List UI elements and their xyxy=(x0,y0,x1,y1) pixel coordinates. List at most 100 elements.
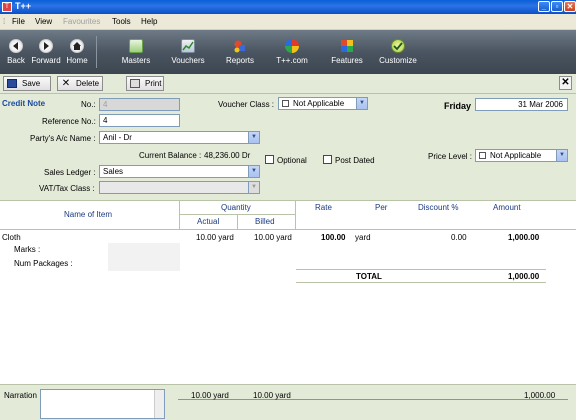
voucher-class-label: Voucher Class : xyxy=(218,100,275,109)
date-field[interactable]: 31 Mar 2006 xyxy=(475,98,568,111)
narration-scrollbar[interactable] xyxy=(154,390,164,418)
chevron-down-icon[interactable]: ▼ xyxy=(356,98,367,109)
header-divider xyxy=(0,229,576,230)
item-per[interactable]: yard xyxy=(355,233,371,242)
row-divider xyxy=(179,214,295,215)
features-icon xyxy=(340,39,354,53)
day-label: Friday xyxy=(444,101,472,111)
total-label: TOTAL xyxy=(356,272,382,281)
reports-button[interactable]: Reports xyxy=(222,30,258,74)
optional-checkbox[interactable] xyxy=(265,155,274,166)
masters-button[interactable]: Masters xyxy=(118,30,154,74)
delete-x-icon: ✕ xyxy=(61,78,71,89)
column-divider xyxy=(295,201,296,229)
reference-no-field[interactable]: 4 xyxy=(99,114,180,127)
main-toolbar: Back Forward Home Masters Vouchers Repor… xyxy=(0,30,576,74)
chevron-down-icon[interactable]: ▼ xyxy=(248,166,259,177)
col-name-of-item: Name of Item xyxy=(64,210,113,219)
customize-check-icon xyxy=(391,39,405,53)
customize-button[interactable]: Customize xyxy=(378,30,418,74)
no-label: No.: xyxy=(81,100,96,109)
maximize-button[interactable]: ▫ xyxy=(551,1,563,12)
party-name-combo[interactable]: Anil - Dr ▼ xyxy=(99,131,260,144)
col-amount: Amount xyxy=(493,203,521,212)
masters-icon xyxy=(129,39,143,53)
price-level-combo[interactable]: Not Applicable ▼ xyxy=(475,149,568,162)
save-disk-icon xyxy=(7,79,17,88)
items-table: Name of Item Quantity Actual Billed Rate… xyxy=(0,200,576,384)
item-name[interactable]: Cloth xyxy=(2,233,21,242)
chevron-down-icon[interactable]: ▼ xyxy=(556,150,567,161)
optional-label: Optional xyxy=(277,156,307,165)
print-button[interactable]: Print xyxy=(126,76,164,91)
col-billed: Billed xyxy=(255,217,275,226)
price-level-label: Price Level : xyxy=(428,152,473,161)
col-discount: Discount % xyxy=(418,203,459,212)
printer-icon xyxy=(130,79,140,88)
total-amount: 1,000.00 xyxy=(508,272,540,281)
home-button[interactable]: Home xyxy=(64,30,90,74)
form-toolbar: Save ✕ Delete Print ✕ xyxy=(0,74,576,94)
menu-file[interactable]: File xyxy=(12,17,25,26)
voucher-header: Credit Note No.: 4 Reference No.: 4 Part… xyxy=(0,94,576,200)
voucher-no-field: 4 xyxy=(99,98,180,111)
item-detail-box xyxy=(108,243,180,271)
column-divider xyxy=(237,214,238,229)
vouchers-icon xyxy=(181,39,195,53)
chevron-down-icon[interactable]: ▼ xyxy=(248,132,259,143)
tpp-com-button[interactable]: T++.com xyxy=(272,30,312,74)
voucher-class-combo[interactable]: Not Applicable ▼ xyxy=(278,97,368,110)
vat-class-combo: ▼ xyxy=(99,181,260,194)
title-bar: T T++ _ ▫ ✕ xyxy=(0,0,576,14)
footer-divider xyxy=(178,399,568,400)
save-button[interactable]: Save xyxy=(3,76,51,91)
chevron-down-icon: ▼ xyxy=(248,182,259,193)
current-balance-label: Current Balance : xyxy=(139,151,202,160)
forward-button[interactable]: Forward xyxy=(30,30,62,74)
col-actual: Actual xyxy=(197,217,220,226)
marks-label: Marks : xyxy=(14,245,41,254)
col-quantity: Quantity xyxy=(221,203,251,212)
post-dated-checkbox[interactable] xyxy=(323,155,332,166)
item-billed-qty[interactable]: 10.00 yard xyxy=(254,233,292,242)
tpp-globe-icon xyxy=(285,39,299,53)
actual-qty-total: 10.00 yard xyxy=(191,391,229,400)
menu-bar: ⁞ File View Favourites Tools Help xyxy=(0,14,576,30)
num-packages-label: Num Packages : xyxy=(14,259,73,268)
checkbox-icon[interactable] xyxy=(265,155,274,164)
post-dated-label: Post Dated xyxy=(335,156,375,165)
vouchers-button[interactable]: Vouchers xyxy=(168,30,208,74)
col-per: Per xyxy=(375,203,388,212)
sales-ledger-combo[interactable]: Sales ▼ xyxy=(99,165,260,178)
vat-class-label: VAT/Tax Class : xyxy=(39,184,95,193)
window-title: T++ xyxy=(15,1,32,11)
voucher-type-label: Credit Note xyxy=(2,99,46,108)
menu-help[interactable]: Help xyxy=(141,17,157,26)
forward-arrow-icon xyxy=(39,39,53,53)
delete-button[interactable]: ✕ Delete xyxy=(57,76,103,91)
item-discount[interactable]: 0.00 xyxy=(451,233,467,242)
minimize-button[interactable]: _ xyxy=(538,1,550,12)
back-button[interactable]: Back xyxy=(4,30,28,74)
amount-total: 1,000.00 xyxy=(524,391,556,400)
narration-field[interactable] xyxy=(40,389,165,419)
item-rate[interactable]: 100.00 xyxy=(321,233,345,242)
billed-qty-total: 10.00 yard xyxy=(253,391,291,400)
close-voucher-button[interactable]: ✕ xyxy=(559,76,572,90)
menu-view[interactable]: View xyxy=(35,17,52,26)
app-icon: T xyxy=(2,2,12,12)
reference-no-label: Reference No.: xyxy=(42,117,96,126)
close-window-button[interactable]: ✕ xyxy=(564,1,576,12)
total-divider-top xyxy=(296,269,546,270)
checkbox-icon xyxy=(282,100,289,107)
menu-favourites[interactable]: Favourites xyxy=(63,17,100,26)
features-button[interactable]: Features xyxy=(328,30,366,74)
sales-ledger-label: Sales Ledger : xyxy=(44,168,96,177)
menu-grip: ⁞ xyxy=(3,17,6,26)
item-amount: 1,000.00 xyxy=(508,233,540,242)
menu-tools[interactable]: Tools xyxy=(112,17,131,26)
checkbox-icon[interactable] xyxy=(323,155,332,164)
item-actual-qty[interactable]: 10.00 yard xyxy=(196,233,234,242)
party-name-label: Party's A/c Name : xyxy=(30,134,96,143)
column-divider xyxy=(179,201,180,229)
